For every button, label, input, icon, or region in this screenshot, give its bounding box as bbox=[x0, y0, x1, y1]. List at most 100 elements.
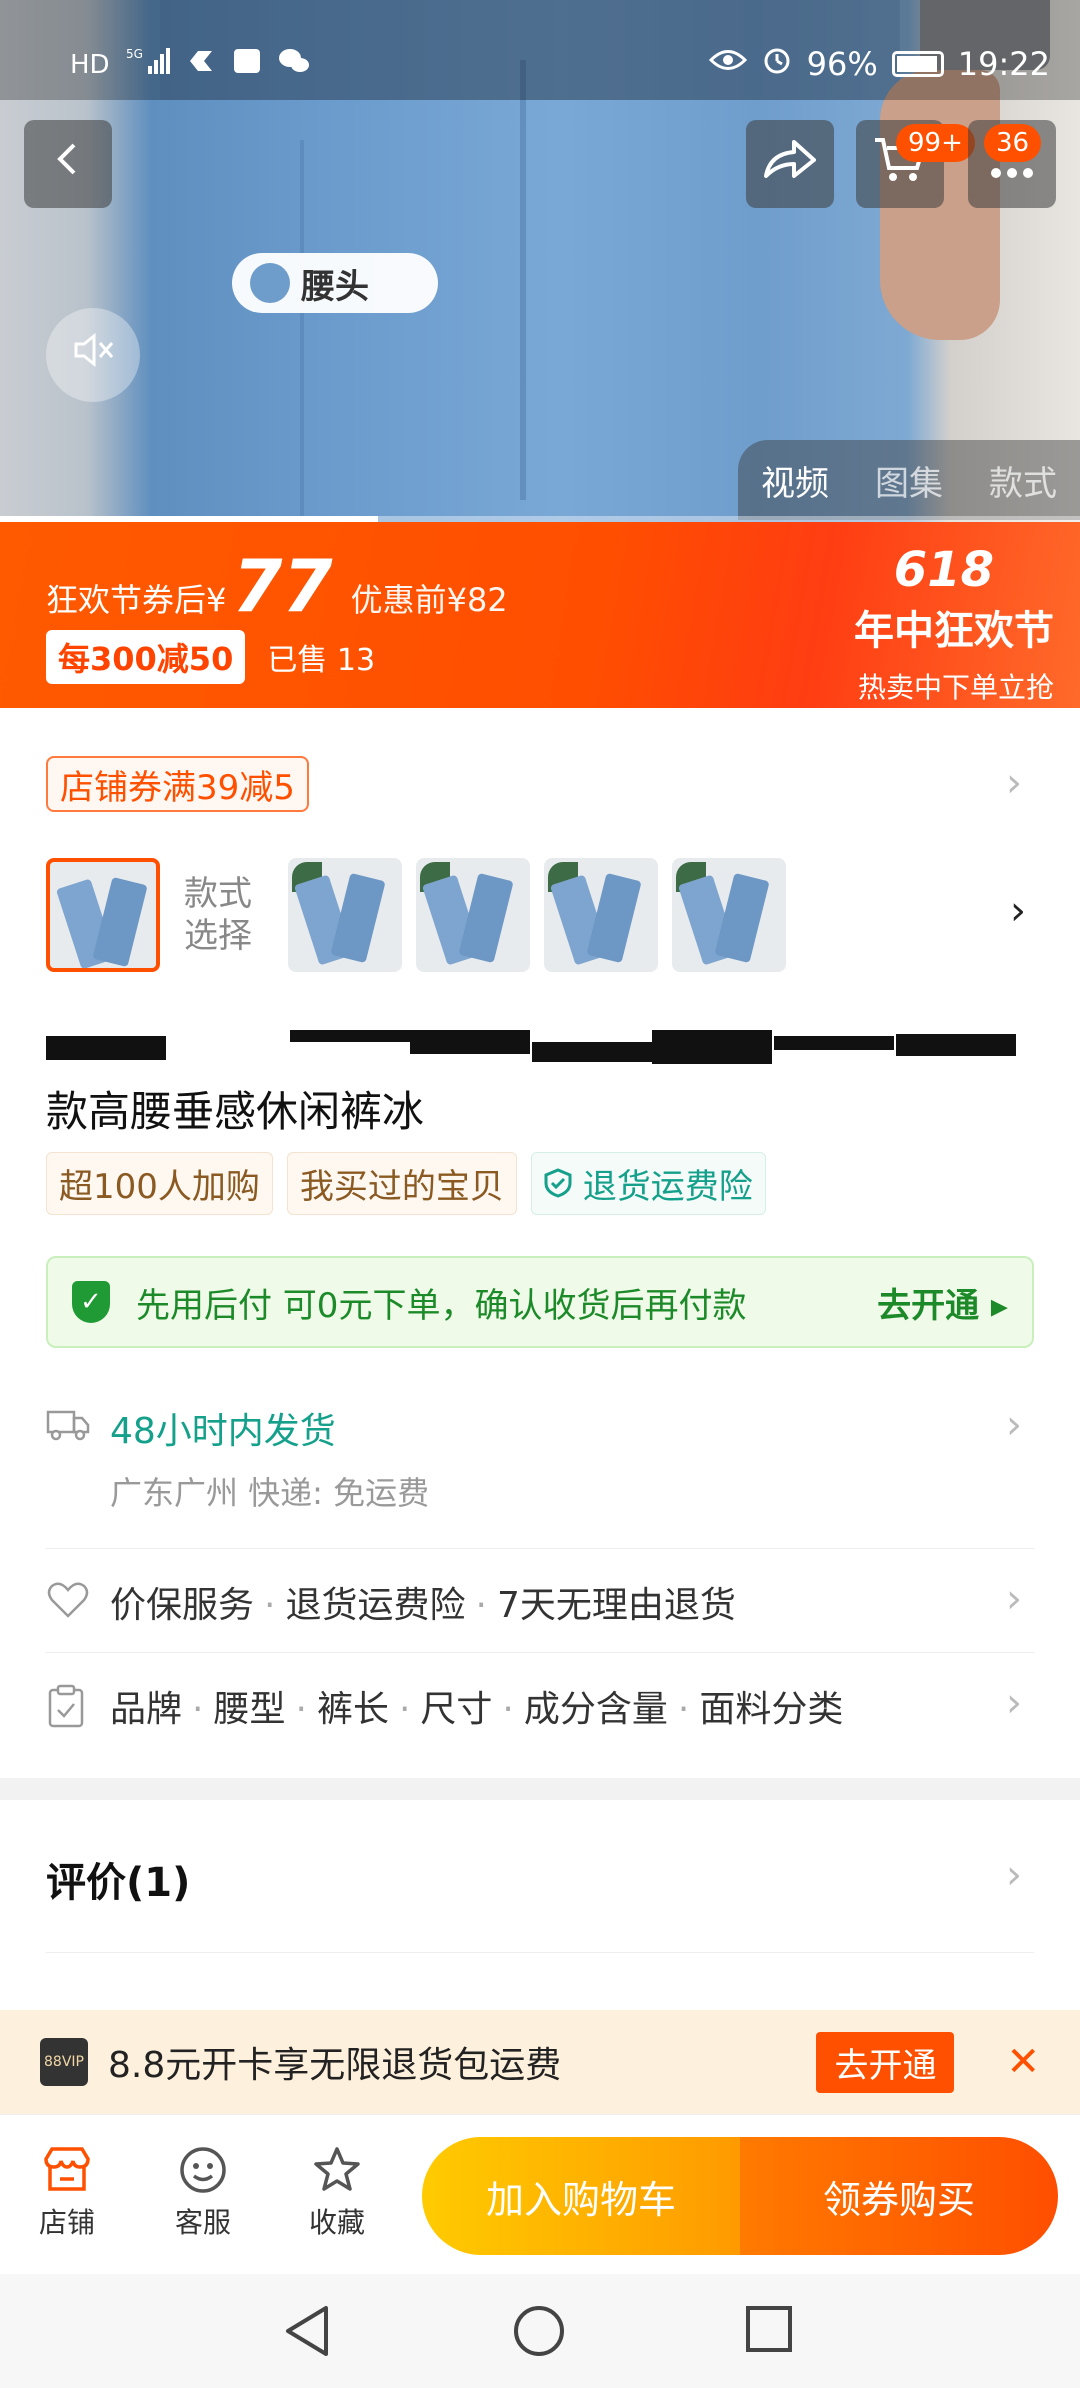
param-item: 尺寸 bbox=[420, 1689, 493, 1730]
param-item: 成分含量 bbox=[523, 1689, 668, 1730]
jeans-image bbox=[458, 872, 514, 964]
tag-return-insurance: 退货运费险 bbox=[530, 1152, 766, 1215]
svg-text:5G: 5G bbox=[126, 47, 143, 61]
bottom-action-bar: 店铺 客服 收藏 加入购物车 领券购买 bbox=[0, 2114, 1080, 2274]
wechat-icon bbox=[278, 47, 310, 82]
jeans-image bbox=[586, 872, 642, 964]
tab-video[interactable]: 视频 bbox=[761, 456, 829, 505]
pay-later-banner[interactable]: ✓ 先用后付 可0元下单，确认收货后再付款 去开通 ▸ bbox=[46, 1256, 1034, 1348]
original-price: 优惠前¥82 bbox=[350, 581, 508, 619]
nav-home-icon[interactable] bbox=[512, 2304, 566, 2371]
hotspot-dot bbox=[250, 263, 290, 303]
service-item: 价保服务 bbox=[110, 1585, 255, 1626]
video-frame-fold bbox=[520, 60, 526, 500]
close-icon[interactable]: ✕ bbox=[1006, 2039, 1040, 2085]
chevron-right-icon: › bbox=[1006, 1576, 1022, 1622]
favorite-label: 收藏 bbox=[308, 2206, 365, 2239]
tag-return-insurance-label: 退货运费险 bbox=[582, 1167, 753, 1207]
hotspot-text: 腰头 bbox=[301, 266, 369, 307]
divider bbox=[46, 1652, 1034, 1653]
promo-price: 77 bbox=[232, 544, 333, 628]
divider bbox=[46, 1952, 1034, 1953]
nav-back-icon[interactable] bbox=[282, 2304, 332, 2371]
tab-gallery[interactable]: 图集 bbox=[875, 456, 943, 505]
tag-bought-before: 我买过的宝贝 bbox=[286, 1152, 517, 1215]
truck-icon bbox=[46, 1406, 90, 1450]
battery-percent: 96% bbox=[806, 44, 878, 83]
jeans-image bbox=[92, 876, 148, 968]
shop-coupon[interactable]: 店铺券满39减5 bbox=[46, 756, 309, 812]
style-thumb[interactable] bbox=[544, 858, 658, 972]
speaker-muted-icon bbox=[70, 327, 116, 383]
status-bar: HD 5G 96% 19:22 bbox=[0, 0, 1080, 100]
currency-symbol: ¥ bbox=[206, 581, 227, 619]
style-more-chevron-icon[interactable]: › bbox=[1010, 888, 1026, 934]
nav-recents-icon[interactable] bbox=[744, 2304, 794, 2367]
param-item: 裤长 bbox=[316, 1689, 389, 1730]
chevron-left-icon bbox=[48, 139, 88, 190]
style-label-line1: 款式 bbox=[184, 874, 252, 914]
service-row[interactable]: 价保服务 · 退货运费险 · 7天无理由退货 › bbox=[46, 1576, 1034, 1636]
params-list: 品牌 · 腰型 · 裤长 · 尺寸 · 成分含量 · 面料分类 bbox=[110, 1689, 844, 1730]
system-nav-bar bbox=[0, 2274, 1080, 2388]
clock: 19:22 bbox=[957, 44, 1050, 83]
chevron-right-icon: › bbox=[1006, 1680, 1022, 1726]
chevron-right-icon[interactable]: › bbox=[1006, 1852, 1022, 1898]
redacted-title-line bbox=[46, 1030, 1016, 1064]
shop-button[interactable]: 店铺 bbox=[12, 2145, 122, 2241]
vip-open-button[interactable]: 去开通 bbox=[816, 2031, 955, 2093]
style-thumb[interactable] bbox=[416, 858, 530, 972]
product-tags: 超100人加购 我买过的宝贝 退货运费险 bbox=[46, 1152, 766, 1215]
favorite-button[interactable]: 收藏 bbox=[282, 2145, 392, 2241]
chevron-right-icon: › bbox=[1006, 1402, 1022, 1448]
hd-icon: HD bbox=[70, 49, 110, 80]
coupon-badge[interactable]: 每300减50 bbox=[46, 630, 246, 684]
chevron-right-icon[interactable]: › bbox=[1006, 760, 1022, 806]
style-thumb-selected[interactable] bbox=[46, 858, 160, 972]
5g-signal-icon: 5G bbox=[126, 46, 170, 83]
param-item: 腰型 bbox=[213, 1689, 286, 1730]
service-item: 退货运费险 bbox=[285, 1585, 466, 1626]
params-row[interactable]: 品牌 · 腰型 · 裤长 · 尺寸 · 成分含量 · 面料分类 › bbox=[46, 1680, 1034, 1740]
reviews-header[interactable]: 评价(1) bbox=[46, 1850, 190, 1908]
event-name: 年中狂欢节 bbox=[854, 608, 1054, 654]
eye-icon bbox=[708, 47, 747, 80]
shipping-time: 48小时内发货 bbox=[110, 1411, 336, 1452]
pay-later-open[interactable]: 去开通 ▸ bbox=[877, 1278, 1008, 1327]
shield-check-icon bbox=[544, 1167, 583, 1207]
video-hotspot-label[interactable]: 腰头 bbox=[232, 253, 438, 313]
back-button[interactable] bbox=[24, 120, 112, 208]
style-thumb[interactable] bbox=[672, 858, 786, 972]
shipping-detail: 广东广州 快递: 免运费 bbox=[110, 1474, 430, 1512]
shield-icon: ✓ bbox=[72, 1281, 110, 1323]
cart-count-badge: 99+ bbox=[896, 124, 975, 162]
vip-promo-bar: 88VIP 8.8元开卡享无限退货包运费 去开通 ✕ bbox=[0, 2010, 1080, 2114]
event-subtitle: 热卖中下单立抢 bbox=[857, 671, 1054, 704]
pay-later-text: 先用后付 可0元下单，确认收货后再付款 bbox=[136, 1285, 747, 1326]
battery-icon bbox=[891, 50, 944, 77]
shipping-row[interactable]: 48小时内发货 广东广州 快递: 免运费 › bbox=[46, 1402, 1034, 1512]
tag-cart-count: 超100人加购 bbox=[46, 1152, 273, 1215]
param-item: 面料分类 bbox=[699, 1689, 844, 1730]
buy-now-button[interactable]: 领券购买 bbox=[740, 2137, 1058, 2255]
clipboard-icon bbox=[46, 1684, 90, 1728]
shop-label: 店铺 bbox=[38, 2206, 95, 2239]
share-button[interactable] bbox=[746, 120, 834, 208]
media-tabs: 视频 图集 款式 bbox=[738, 440, 1080, 520]
payment-app-icon bbox=[186, 47, 216, 82]
add-to-cart-button[interactable]: 加入购物车 bbox=[422, 2137, 740, 2255]
service-list: 价保服务 · 退货运费险 · 7天无理由退货 bbox=[110, 1585, 736, 1626]
vip-promo-text: 8.8元开卡享无限退货包运费 bbox=[108, 2045, 562, 2086]
customer-service-button[interactable]: 客服 bbox=[148, 2145, 258, 2241]
event-number: 618 bbox=[893, 542, 994, 598]
share-icon bbox=[762, 136, 818, 193]
mute-button[interactable] bbox=[46, 308, 140, 402]
tab-styles[interactable]: 款式 bbox=[989, 456, 1057, 505]
message-app-icon bbox=[232, 47, 262, 82]
sold-count: 已售 13 bbox=[267, 643, 376, 678]
param-item: 品牌 bbox=[110, 1689, 183, 1730]
section-gap bbox=[0, 1778, 1080, 1800]
jeans-image bbox=[714, 872, 770, 964]
style-thumb[interactable] bbox=[288, 858, 402, 972]
service-item: 7天无理由退货 bbox=[496, 1585, 736, 1626]
